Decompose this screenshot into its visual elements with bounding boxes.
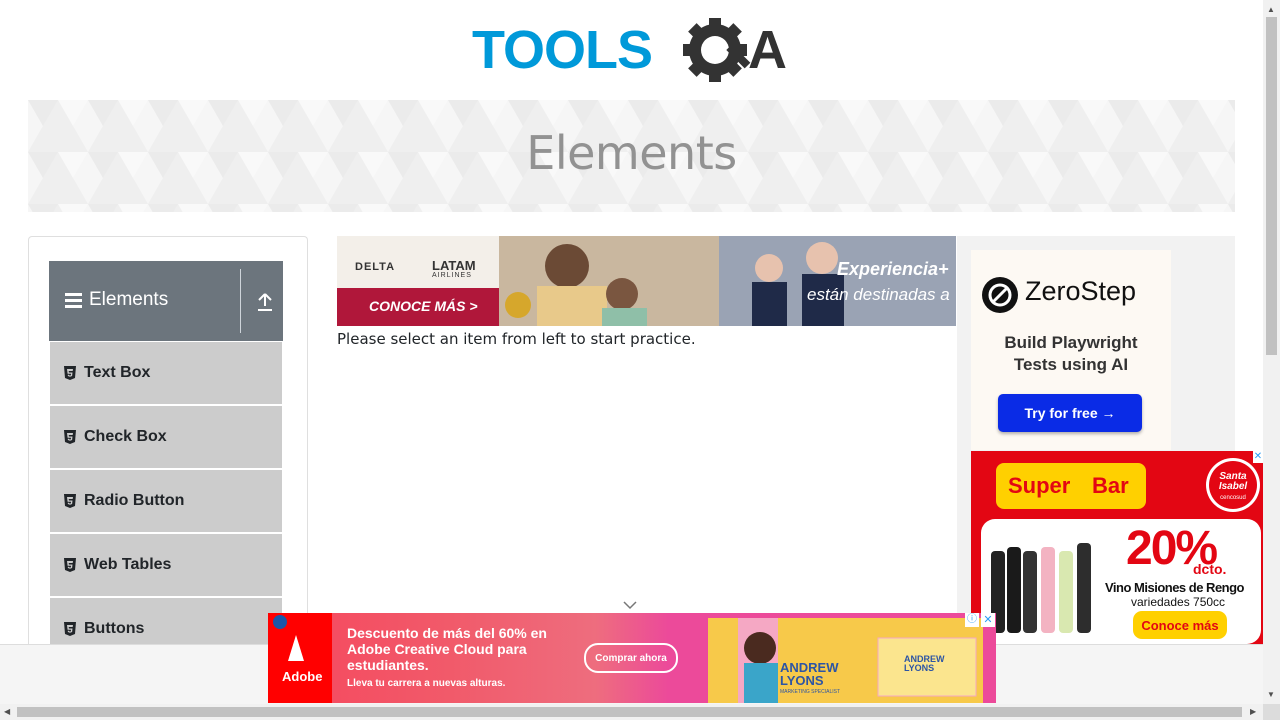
- scroll-up-arrow-icon[interactable]: ▲: [1267, 5, 1275, 14]
- toolsqa-logo[interactable]: TOOLS A: [472, 16, 796, 92]
- ad-top-delta-logo: DELTA: [355, 261, 396, 273]
- adobe-headline: Descuento de más del 60% en Adobe Creati…: [347, 625, 547, 673]
- ad-person-last-name: LYONS: [780, 673, 824, 688]
- adobe-headline-line-1: Descuento de más del 60% en: [347, 625, 547, 641]
- ad-top-latam-logo: LATAM: [432, 258, 476, 273]
- superbar-brand-2: Bar: [1092, 473, 1129, 498]
- ad-person-name: ANDREW LYONS: [780, 661, 839, 687]
- chevron-down-icon[interactable]: [623, 600, 637, 610]
- ad-banner-top[interactable]: DELTA LATAM AIRLINES CONOCE MÁS > Experi…: [337, 236, 956, 326]
- adobe-brand: Adobe: [282, 669, 323, 684]
- ad-top-cta[interactable]: CONOCE MÁS >: [369, 298, 478, 314]
- ad-top-subline: están destinadas a: [807, 285, 950, 304]
- zerostep-logo-icon: [982, 277, 1018, 313]
- ad-superbar[interactable]: Super Bar Santa Isabel cencosud 20% dcto…: [971, 451, 1263, 644]
- sidebar-item-label: Web Tables: [84, 556, 172, 573]
- ad-card-last-name: LYONS: [904, 663, 935, 673]
- ad-close-icon[interactable]: ✕: [1253, 451, 1263, 463]
- group-header-elements[interactable]: Elements: [49, 261, 283, 341]
- page-title: Elements: [526, 126, 737, 180]
- superbar-brand: Super: [1008, 473, 1071, 498]
- zerostep-tagline-line-2: Tests using AI: [1013, 355, 1129, 374]
- html5-icon: [64, 622, 76, 636]
- html5-icon: [64, 430, 76, 444]
- vertical-scrollbar[interactable]: ▲ ▼: [1263, 0, 1280, 704]
- superbar-product: Vino Misiones de Rengo: [1105, 580, 1245, 595]
- sidebar-item-radio-button[interactable]: Radio Button: [50, 469, 282, 532]
- ad-close-icon[interactable]: ✕: [981, 613, 995, 627]
- superbar-product-sub: variedades 750cc: [1131, 595, 1226, 609]
- sidebar-item-label: Radio Button: [84, 492, 185, 509]
- html5-icon: [64, 558, 76, 572]
- zerostep-tagline-line-1: Build Playwright: [1004, 333, 1138, 352]
- html5-icon: [64, 366, 76, 380]
- html5-icon: [64, 494, 76, 508]
- logo-text-tools: TOOLS: [472, 20, 652, 80]
- vertical-scroll-thumb[interactable]: [1266, 17, 1277, 355]
- ad-info-icon[interactable]: ⓘ: [965, 613, 979, 627]
- group-title: Elements: [65, 289, 168, 311]
- sidebar-item-web-tables[interactable]: Web Tables: [50, 533, 282, 596]
- sidebar-item-check-box[interactable]: Check Box: [50, 405, 282, 468]
- ad-top-seal: [505, 292, 531, 318]
- ad-top-headline: Experiencia+: [837, 259, 949, 279]
- scroll-down-arrow-icon[interactable]: ▼: [1267, 690, 1275, 699]
- page-banner: Elements: [28, 100, 1235, 212]
- horizontal-scrollbar[interactable]: ◀ ▶: [0, 704, 1263, 720]
- group-title-label: Elements: [89, 289, 169, 310]
- adobe-buy-button[interactable]: Comprar ahora: [584, 643, 678, 673]
- sidebar-item-label: Text Box: [84, 364, 151, 381]
- santa-isabel-sub: cencosud: [1220, 495, 1246, 501]
- collapse-upload-icon[interactable]: [255, 291, 275, 313]
- scroll-right-arrow-icon[interactable]: ▶: [1250, 707, 1256, 716]
- ad-zerostep[interactable]: ZeroStep Build Playwright Tests using AI…: [971, 250, 1171, 450]
- superbar-discount-sub: dcto.: [1193, 561, 1227, 577]
- sidebar-item-text-box[interactable]: Text Box: [50, 341, 282, 404]
- hamburger-icon: [65, 293, 82, 308]
- ad-shield-icon: [273, 615, 287, 629]
- logo-gear-icon: [683, 18, 751, 82]
- ad-card-name: ANDREW LYONS: [904, 655, 945, 673]
- sidebar-item-label: Buttons: [84, 620, 145, 637]
- ad-top-latam-sub: AIRLINES: [432, 272, 472, 279]
- scroll-left-arrow-icon[interactable]: ◀: [4, 707, 10, 716]
- horizontal-scroll-thumb[interactable]: [17, 707, 1242, 717]
- adobe-sub: Lleva tu carrera a nuevas alturas.: [347, 678, 506, 689]
- scrollbar-corner: [1263, 704, 1280, 720]
- adobe-headline-line-2: Adobe Creative Cloud para: [347, 641, 527, 657]
- logo-text-a: A: [748, 20, 787, 80]
- ad-person-role: MARKETING SPECIALIST: [780, 689, 841, 695]
- superbar-cta[interactable]: Conoce más: [1133, 618, 1227, 633]
- sidebar-item-label: Check Box: [84, 428, 167, 445]
- ad-adobe[interactable]: Adobe Descuento de más del 60% en Adobe …: [268, 613, 996, 703]
- group-header-divider: [240, 269, 241, 333]
- zerostep-brand: ZeroStep: [1025, 276, 1137, 306]
- instruction-text: Please select an item from left to start…: [337, 330, 696, 348]
- zerostep-tagline: Build Playwright Tests using AI: [971, 332, 1171, 376]
- adobe-headline-line-3: estudiantes.: [347, 657, 429, 673]
- zerostep-try-button[interactable]: Try for free →: [998, 394, 1142, 432]
- santa-isabel-logo: Santa Isabel: [1218, 471, 1248, 492]
